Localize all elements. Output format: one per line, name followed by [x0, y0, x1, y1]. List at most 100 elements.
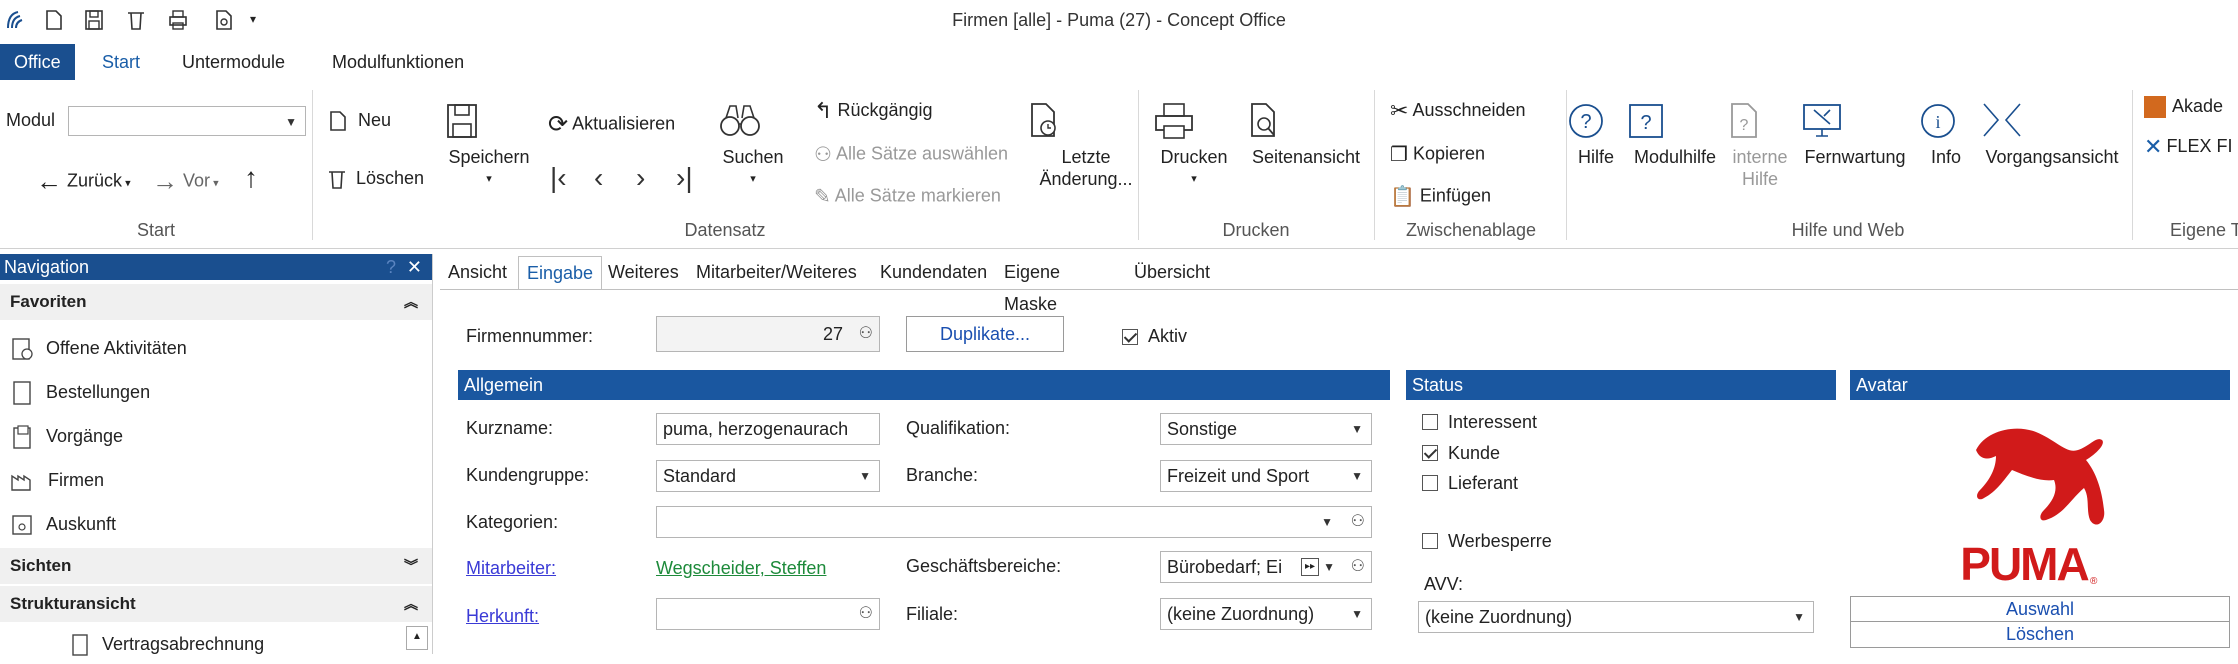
werbesperre-checkbox[interactable] [1422, 533, 1438, 549]
modul-select[interactable]: ▼ [68, 106, 306, 136]
interessent-label: Interessent [1448, 412, 1538, 432]
binoculars-icon[interactable]: ⚇ [859, 317, 873, 351]
seitenansicht-button[interactable]: Seitenansicht [1246, 102, 1366, 168]
tab-eigene-maske[interactable]: Eigene Maske [996, 256, 1068, 314]
expand-icon[interactable]: ▸▸ [1301, 558, 1319, 576]
dropdown-icon: ▼ [1321, 515, 1333, 529]
nav-section-favoriten[interactable]: Favoriten ︽ [0, 284, 432, 320]
modulhilfe-button[interactable]: ? Modulhilfe [1626, 102, 1724, 168]
new-icon [328, 110, 348, 132]
last-record-icon[interactable]: ›| [676, 162, 693, 194]
interne-hilfe-button[interactable]: ? interne Hilfe [1724, 102, 1796, 190]
binoculars-icon[interactable]: ⚇ [1351, 507, 1365, 537]
svg-text:®: ® [2090, 576, 2098, 587]
tab-mitarbeiter-weiteres[interactable]: Mitarbeiter/Weiteres [688, 256, 865, 288]
letzte-aenderung-button[interactable]: Letzte Änderung... [1026, 102, 1146, 190]
aktualisieren-button[interactable]: ⟳ Aktualisieren [548, 110, 675, 139]
interessent-checkbox[interactable] [1422, 414, 1438, 430]
lieferant-checkbox[interactable] [1422, 475, 1438, 491]
tab-weiteres[interactable]: Weiteres [600, 256, 687, 288]
rueckgaengig-button[interactable]: ↰ Rückgängig [814, 98, 933, 124]
speichern-button[interactable]: Speichern ▾ [444, 102, 534, 190]
kundengruppe-select[interactable]: Standard ▼ [656, 460, 880, 492]
fernwartung-button[interactable]: Fernwartung [1800, 102, 1910, 168]
alle-saetze-markieren-button[interactable]: ✎ Alle Sätze markieren [814, 184, 1001, 209]
nav-item-offene-aktivitaeten[interactable]: Offene Aktivitäten [10, 328, 187, 368]
loeschen-button[interactable]: Löschen [326, 168, 424, 190]
document-clock-icon [1026, 102, 1146, 140]
previous-record-icon[interactable]: ‹ [594, 162, 603, 194]
scroll-up-button[interactable]: ▲ [406, 626, 428, 650]
close-icon[interactable]: ✕ [407, 254, 422, 280]
geschaeftsbereiche-select[interactable]: Bürobedarf; Ei ▸▸ ▼ ⚇ [1160, 551, 1372, 583]
pin-icon[interactable]: ? [386, 254, 396, 280]
herkunft-link[interactable]: Herkunft: [466, 606, 539, 627]
flex-button[interactable]: ✕ FLEX FI [2144, 134, 2232, 160]
expand-icon[interactable]: ︾ [404, 548, 418, 584]
next-record-icon[interactable]: › [636, 162, 645, 194]
document-icon [10, 380, 34, 406]
avv-select[interactable]: (keine Zuordnung) ▼ [1418, 601, 1814, 633]
binoculars-icon[interactable]: ⚇ [1351, 552, 1365, 582]
collapse-icon[interactable]: ︽ [404, 284, 418, 320]
nav-item-auskunft[interactable]: Auskunft [10, 504, 116, 544]
filiale-label: Filiale: [906, 604, 959, 624]
tab-kundendaten[interactable]: Kundendaten [872, 256, 995, 288]
back-button[interactable]: ← Zurück ▾ [36, 166, 131, 197]
group-label-zwischenablage: Zwischenablage [1405, 220, 1537, 240]
herkunft-input[interactable]: ⚇ [656, 598, 880, 630]
einfuegen-button[interactable]: 📋 Einfügen [1390, 184, 1491, 209]
hilfe-button[interactable]: ? Hilfe [1566, 102, 1626, 168]
akademie-button[interactable]: Akade [2144, 96, 2223, 119]
tab-office[interactable]: Office [0, 44, 75, 80]
tab-ansicht[interactable]: Ansicht [440, 256, 515, 288]
info-button[interactable]: i Info [1918, 102, 1974, 168]
nav-item-vorgaenge[interactable]: Vorgänge [10, 416, 123, 456]
tab-uebersicht[interactable]: Übersicht [1126, 256, 1218, 288]
mitarbeiter-link[interactable]: Mitarbeiter: [466, 558, 556, 579]
collapse-icon[interactable]: ︽ [404, 586, 418, 622]
nav-section-strukturansicht[interactable]: Strukturansicht ︽ [0, 586, 432, 622]
group-label-hilfe-und-web: Hilfe und Web [1791, 220, 1905, 240]
arrow-up-icon[interactable]: ↑ [244, 162, 258, 194]
nav-section-sichten[interactable]: Sichten ︾ [0, 548, 432, 584]
info-box-icon [10, 513, 34, 537]
qualifikation-label: Qualifikation: [906, 418, 1011, 438]
kunde-checkbox[interactable] [1422, 445, 1438, 461]
tab-untermodule[interactable]: Untermodule [168, 44, 299, 80]
vorgangsansicht-button[interactable]: Vorgangsansicht [1980, 102, 2124, 168]
tab-start[interactable]: Start [88, 44, 154, 80]
nav-item-vertragsabrechnung[interactable]: Vertragsabrechnung [70, 624, 264, 664]
kurzname-input[interactable]: puma, herzogenaurach [656, 413, 880, 445]
auswahl-button[interactable]: Auswahl [1850, 596, 2230, 622]
qualifikation-select[interactable]: Sonstige ▼ [1160, 413, 1372, 445]
filiale-select[interactable]: (keine Zuordnung) ▼ [1160, 598, 1372, 630]
kategorien-label: Kategorien: [466, 512, 559, 532]
tab-eingabe[interactable]: Eingabe [518, 256, 603, 289]
info-icon: i [1918, 102, 1974, 140]
binoculars-icon[interactable]: ⚇ [859, 599, 873, 629]
nav-item-firmen[interactable]: Firmen [10, 460, 104, 500]
paste-icon: 📋 [1390, 186, 1415, 208]
branche-select[interactable]: Freizeit und Sport ▼ [1160, 460, 1372, 492]
avatar-loeschen-button[interactable]: Löschen [1850, 622, 2230, 648]
group-label-datensatz: Datensatz [684, 220, 766, 240]
ausschneiden-button[interactable]: ✂ Ausschneiden [1390, 98, 1526, 124]
aktiv-checkbox[interactable] [1122, 329, 1138, 345]
svg-text:?: ? [1740, 117, 1749, 134]
lieferant-label: Lieferant [1448, 473, 1519, 493]
dropdown-icon: ▼ [1351, 469, 1363, 483]
tab-modulfunktionen[interactable]: Modulfunktionen [318, 44, 478, 80]
drucken-button[interactable]: Drucken ▾ [1152, 102, 1236, 190]
nav-item-bestellungen[interactable]: Bestellungen [10, 372, 150, 412]
tab-underline [440, 289, 2238, 290]
kopieren-button[interactable]: ❐ Kopieren [1390, 142, 1485, 167]
mitarbeiter-value-link[interactable]: Wegscheider, Steffen [656, 558, 826, 579]
forward-button[interactable]: → Vor ▾ [152, 166, 219, 197]
first-record-icon[interactable]: |‹ [550, 162, 567, 194]
duplikate-button[interactable]: Duplikate... [906, 316, 1064, 352]
alle-saetze-auswaehlen-button[interactable]: ⚇ Alle Sätze auswählen [814, 142, 1008, 167]
neu-button[interactable]: Neu [328, 110, 391, 132]
suchen-button[interactable]: Suchen ▾ [718, 102, 788, 190]
kategorien-select[interactable]: ▼ ⚇ [656, 506, 1372, 538]
